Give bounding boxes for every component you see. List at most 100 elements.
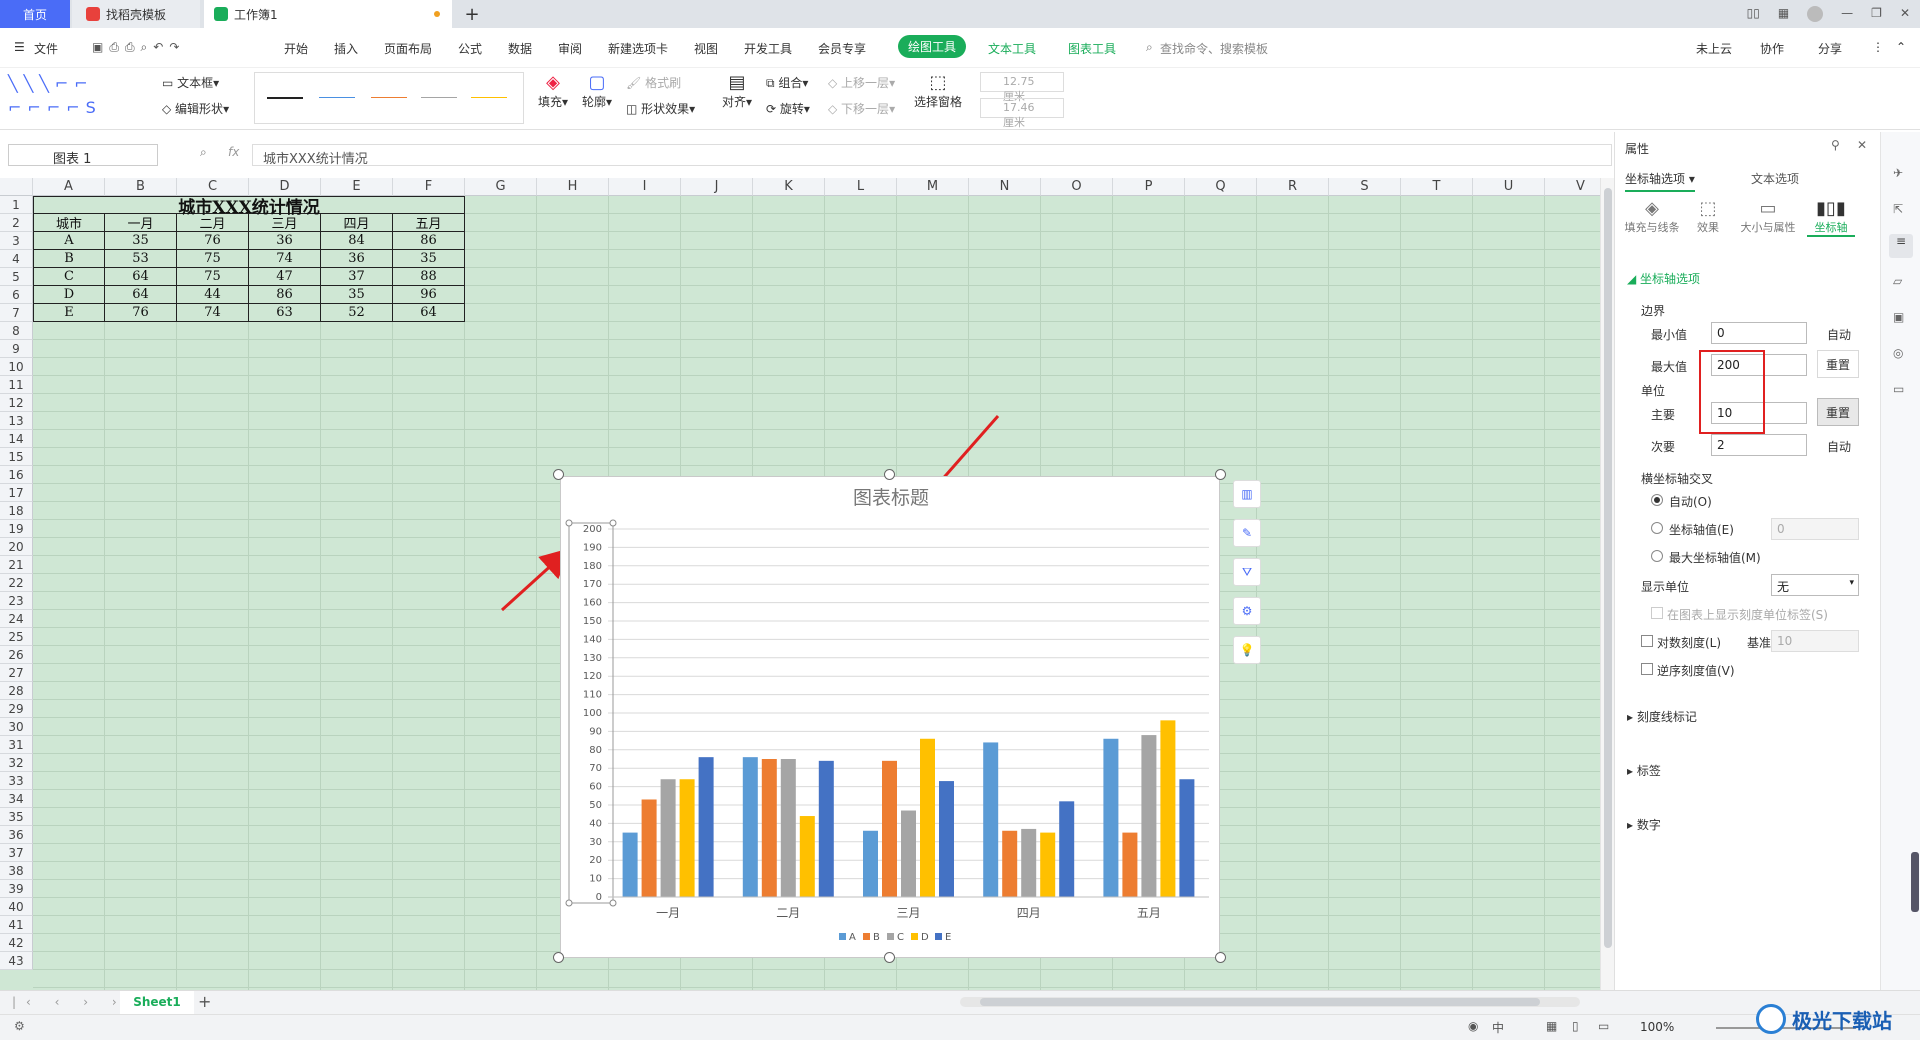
- row-header[interactable]: 43: [0, 952, 33, 970]
- section-tick-marks[interactable]: ▸ 刻度线标记: [1627, 708, 1697, 725]
- table-cell[interactable]: C: [33, 268, 105, 286]
- minor-input[interactable]: 2: [1711, 434, 1807, 456]
- column-header[interactable]: S: [1329, 178, 1401, 196]
- table-cell[interactable]: 35: [393, 250, 465, 268]
- name-box[interactable]: 图表 1: [8, 144, 158, 167]
- row-header[interactable]: 39: [0, 880, 33, 898]
- cross-value-radio[interactable]: [1651, 522, 1663, 534]
- select-all-corner[interactable]: [0, 178, 33, 196]
- row-header[interactable]: 25: [0, 628, 33, 646]
- row-header[interactable]: 1: [0, 196, 33, 214]
- menu-insert[interactable]: 插入: [334, 40, 358, 57]
- selection-pane-button[interactable]: ⬚ 选择窗格: [914, 72, 962, 110]
- row-header[interactable]: 34: [0, 790, 33, 808]
- cross-value-label[interactable]: 坐标轴值(E): [1669, 521, 1734, 538]
- menu-review[interactable]: 审阅: [558, 40, 582, 57]
- scroll-thumb[interactable]: [1604, 188, 1612, 948]
- row-header[interactable]: 17: [0, 484, 33, 502]
- column-header[interactable]: N: [969, 178, 1041, 196]
- property-tool-icon[interactable]: ✈: [1893, 166, 1903, 180]
- row-header[interactable]: 21: [0, 556, 33, 574]
- table-cell[interactable]: D: [33, 286, 105, 304]
- column-header[interactable]: L: [825, 178, 897, 196]
- row-header[interactable]: 24: [0, 610, 33, 628]
- shape-effects-button[interactable]: ◫ 形状效果▾: [626, 100, 695, 117]
- column-header[interactable]: H: [537, 178, 609, 196]
- row-header[interactable]: 9: [0, 340, 33, 358]
- edit-shape-button[interactable]: ◇ 编辑形状▾: [162, 100, 229, 117]
- select-tool-icon[interactable]: ⇱: [1893, 202, 1903, 216]
- macro-icon[interactable]: ⚙: [14, 1019, 25, 1033]
- row-header[interactable]: 12: [0, 394, 33, 412]
- resize-handle-tc[interactable]: [884, 469, 895, 480]
- close-icon[interactable]: ✕: [1900, 6, 1910, 22]
- style-tool-icon[interactable]: ▱: [1893, 274, 1902, 288]
- column-header[interactable]: M: [897, 178, 969, 196]
- table-cell[interactable]: 75: [177, 268, 249, 286]
- menu-data[interactable]: 数据: [508, 40, 532, 57]
- table-header-cell[interactable]: 二月: [177, 214, 249, 232]
- table-cell[interactable]: 64: [105, 286, 177, 304]
- base-input[interactable]: 10: [1771, 630, 1859, 652]
- row-header[interactable]: 27: [0, 664, 33, 682]
- hamburger-icon[interactable]: ☰: [14, 40, 25, 54]
- table-cell[interactable]: 36: [321, 250, 393, 268]
- layout-icon[interactable]: ▯▯: [1747, 6, 1760, 22]
- column-header[interactable]: Q: [1185, 178, 1257, 196]
- height-field[interactable]: 12.75厘米: [980, 72, 1064, 103]
- search-command-input[interactable]: 查找命令、搜索模板: [1160, 40, 1268, 57]
- chart-ideas-button[interactable]: 💡: [1233, 636, 1261, 664]
- row-header[interactable]: 33: [0, 772, 33, 790]
- row-header[interactable]: 2: [0, 214, 33, 232]
- table-cell[interactable]: 86: [393, 232, 465, 250]
- column-header[interactable]: V: [1545, 178, 1600, 196]
- row-header[interactable]: 32: [0, 754, 33, 772]
- zoom-formula-icon[interactable]: ⌕: [200, 145, 207, 160]
- table-cell[interactable]: 76: [177, 232, 249, 250]
- group-button[interactable]: ⧉ 组合▾: [766, 74, 808, 91]
- row-header[interactable]: 7: [0, 304, 33, 322]
- collab-button[interactable]: 协作: [1760, 40, 1784, 57]
- show-unit-label-checkbox[interactable]: [1651, 607, 1663, 619]
- normal-view-icon[interactable]: ▦: [1546, 1019, 1557, 1033]
- menu-drawing-tools[interactable]: 绘图工具: [898, 35, 967, 58]
- grid-apps-icon[interactable]: ▦: [1778, 6, 1789, 22]
- zoom-level[interactable]: 100%: [1640, 1020, 1674, 1034]
- table-cell[interactable]: 88: [393, 268, 465, 286]
- table-cell[interactable]: 96: [393, 286, 465, 304]
- resize-handle-br[interactable]: [1215, 952, 1226, 963]
- line-style-gallery[interactable]: [254, 72, 524, 124]
- resize-handle-tl[interactable]: [553, 469, 564, 480]
- table-cell[interactable]: 44: [177, 286, 249, 304]
- row-header[interactable]: 23: [0, 592, 33, 610]
- row-header[interactable]: 14: [0, 430, 33, 448]
- table-header-cell[interactable]: 城市: [33, 214, 105, 232]
- rotate-button[interactable]: ⟳ 旋转▾: [766, 100, 810, 117]
- row-header[interactable]: 20: [0, 538, 33, 556]
- display-unit-select[interactable]: 无 ▾: [1771, 574, 1859, 596]
- width-field[interactable]: 17.46厘米: [980, 98, 1064, 129]
- row-header[interactable]: 11: [0, 376, 33, 394]
- row-header[interactable]: 29: [0, 700, 33, 718]
- pin-icon[interactable]: ⚲: [1831, 138, 1840, 152]
- row-header[interactable]: 37: [0, 844, 33, 862]
- table-cell[interactable]: 74: [177, 304, 249, 322]
- table-header-cell[interactable]: 一月: [105, 214, 177, 232]
- chart-object[interactable]: 图表标题 0 10 20 30 40 50 60 70 80 90 100 110 120 130 140 1…: [560, 476, 1220, 958]
- row-header[interactable]: 10: [0, 358, 33, 376]
- max-reset-button[interactable]: 重置: [1817, 350, 1859, 378]
- reverse-checkbox[interactable]: [1641, 663, 1653, 675]
- panel-title[interactable]: 属性: [1625, 140, 1649, 157]
- chart-filter-button[interactable]: ⛛: [1233, 558, 1261, 586]
- h-scroll-thumb[interactable]: [980, 998, 1540, 1006]
- row-header[interactable]: 3: [0, 232, 33, 250]
- row-header[interactable]: 28: [0, 682, 33, 700]
- effects-tab[interactable]: ⬚ 效果: [1685, 198, 1731, 235]
- table-cell[interactable]: 86: [249, 286, 321, 304]
- column-header[interactable]: J: [681, 178, 753, 196]
- minor-auto-button[interactable]: 自动: [1827, 438, 1851, 455]
- menu-member[interactable]: 会员专享: [818, 40, 866, 57]
- column-header[interactable]: G: [465, 178, 537, 196]
- row-header[interactable]: 18: [0, 502, 33, 520]
- format-painter-button[interactable]: 🖌 格式刷: [626, 74, 681, 91]
